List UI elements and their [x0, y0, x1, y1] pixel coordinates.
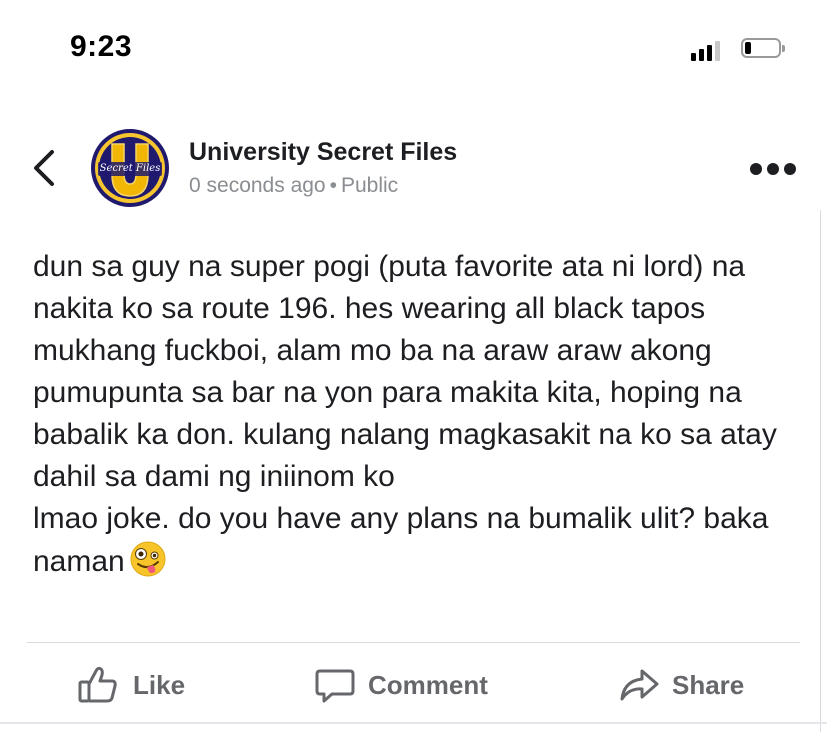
share-arrow-icon	[620, 669, 659, 701]
share-label: Share	[672, 669, 745, 700]
page-name[interactable]: University Secret Files	[189, 138, 457, 167]
card-bottom-border	[0, 722, 827, 724]
chevron-left-icon	[34, 150, 54, 186]
thumbs-up-icon	[78, 666, 117, 703]
post-timestamp[interactable]: 0 seconds ago	[189, 174, 326, 197]
post-body-text: dun sa guy na super pogi (puta favorite …	[33, 250, 777, 578]
card-edge	[820, 210, 821, 732]
battery-icon	[741, 38, 785, 60]
status-time: 9:23	[70, 30, 133, 63]
comment-label: Comment	[368, 669, 488, 700]
more-options-button[interactable]	[748, 160, 798, 178]
signal-strength-icon	[691, 39, 725, 61]
meta-separator: •	[329, 174, 337, 197]
logo-text: Secret Files	[99, 163, 161, 174]
battery-level	[745, 42, 751, 54]
zany-face-emoji	[129, 540, 167, 590]
speech-bubble-icon	[315, 669, 355, 703]
avatar[interactable]: Secret Files	[90, 128, 170, 208]
like-button[interactable]: Like	[77, 662, 185, 708]
post-meta: 0 seconds ago • Public	[189, 174, 398, 198]
comment-button[interactable]: Comment	[314, 662, 488, 708]
post-body: dun sa guy na super pogi (puta favorite …	[33, 246, 803, 590]
audience-label: Public	[340, 174, 399, 197]
share-button[interactable]: Share	[618, 662, 744, 708]
back-button[interactable]	[28, 148, 62, 188]
more-options-icon	[750, 163, 796, 175]
like-label: Like	[133, 669, 186, 700]
action-divider	[27, 642, 800, 643]
